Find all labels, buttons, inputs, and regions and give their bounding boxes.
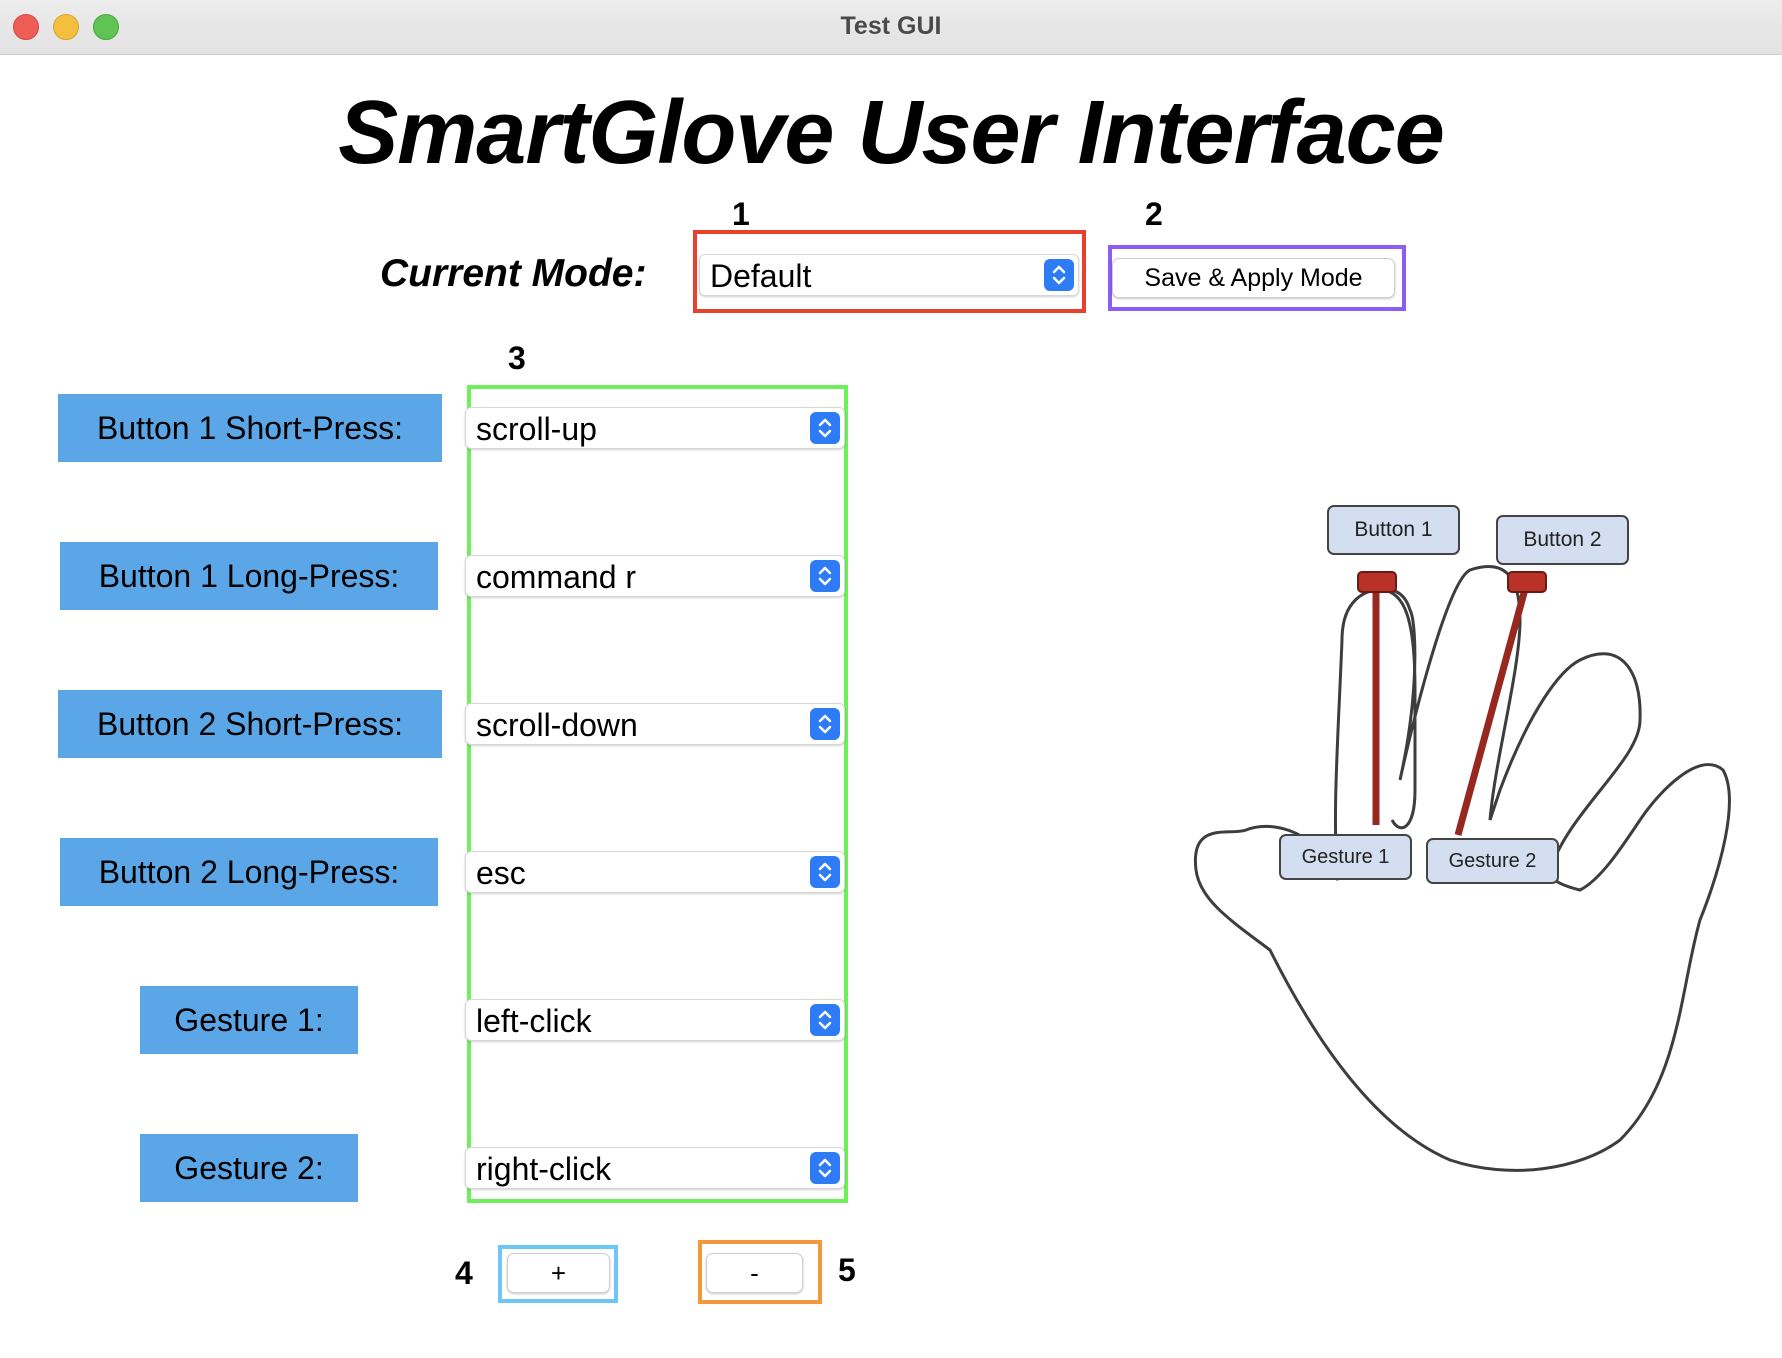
select-button2-long-press[interactable]: esc — [465, 851, 845, 893]
annotation-box-mappings — [467, 385, 848, 1203]
select-button2-short-press[interactable]: scroll-down — [465, 703, 845, 745]
select-stepper-icon — [810, 1152, 840, 1184]
select-button1-short-press-value: scroll-up — [476, 411, 597, 447]
select-stepper-icon — [810, 708, 840, 740]
select-gesture1-value: left-click — [476, 1003, 592, 1039]
select-gesture2[interactable]: right-click — [465, 1147, 845, 1189]
select-stepper-icon — [810, 560, 840, 592]
select-gesture1[interactable]: left-click — [465, 999, 845, 1041]
window-title: Test GUI — [840, 12, 942, 40]
button2-marker — [1507, 571, 1547, 593]
hand-diagram: Button 1 Button 2 Gesture 1 Gesture 2 — [1080, 490, 1740, 1190]
label-button1-short-press: Button 1 Short-Press: — [58, 394, 442, 462]
annotation-number-2: 2 — [1145, 196, 1163, 232]
select-button1-long-press[interactable]: command r — [465, 555, 845, 597]
callout-gesture1: Gesture 1 — [1279, 834, 1412, 880]
select-button1-long-press-value: command r — [476, 559, 637, 595]
mode-select-value: Default — [710, 258, 812, 294]
callout-button1: Button 1 — [1327, 505, 1460, 555]
select-stepper-icon — [810, 1004, 840, 1036]
label-button1-long-press: Button 1 Long-Press: — [60, 542, 438, 610]
annotation-number-4: 4 — [455, 1255, 473, 1291]
select-gesture2-value: right-click — [476, 1151, 612, 1187]
annotation-number-5: 5 — [838, 1252, 856, 1288]
app-window: Test GUI SmartGlove User Interface Curre… — [0, 0, 1782, 1358]
select-button2-long-press-value: esc — [476, 855, 526, 891]
select-button1-short-press[interactable]: scroll-up — [465, 407, 845, 449]
title-bar: Test GUI — [0, 0, 1782, 55]
add-mapping-button[interactable]: + — [507, 1253, 610, 1293]
select-stepper-icon — [810, 412, 840, 444]
label-button2-long-press: Button 2 Long-Press: — [60, 838, 438, 906]
callout-gesture2: Gesture 2 — [1426, 838, 1559, 884]
remove-mapping-button[interactable]: - — [706, 1253, 803, 1293]
select-button2-short-press-value: scroll-down — [476, 707, 638, 743]
current-mode-label: Current Mode: — [380, 252, 647, 295]
app-title: SmartGlove User Interface — [338, 83, 1445, 183]
annotation-number-1: 1 — [732, 196, 750, 232]
callout-button2: Button 2 — [1496, 515, 1629, 565]
label-button2-short-press: Button 2 Short-Press: — [58, 690, 442, 758]
save-apply-mode-button[interactable]: Save & Apply Mode — [1112, 258, 1395, 298]
label-gesture1: Gesture 1: — [140, 986, 358, 1054]
select-stepper-icon — [1044, 259, 1074, 291]
mode-select[interactable]: Default — [699, 254, 1079, 296]
label-gesture2: Gesture 2: — [140, 1134, 358, 1202]
select-stepper-icon — [810, 856, 840, 888]
annotation-number-3: 3 — [508, 340, 526, 376]
button1-marker — [1357, 571, 1397, 593]
